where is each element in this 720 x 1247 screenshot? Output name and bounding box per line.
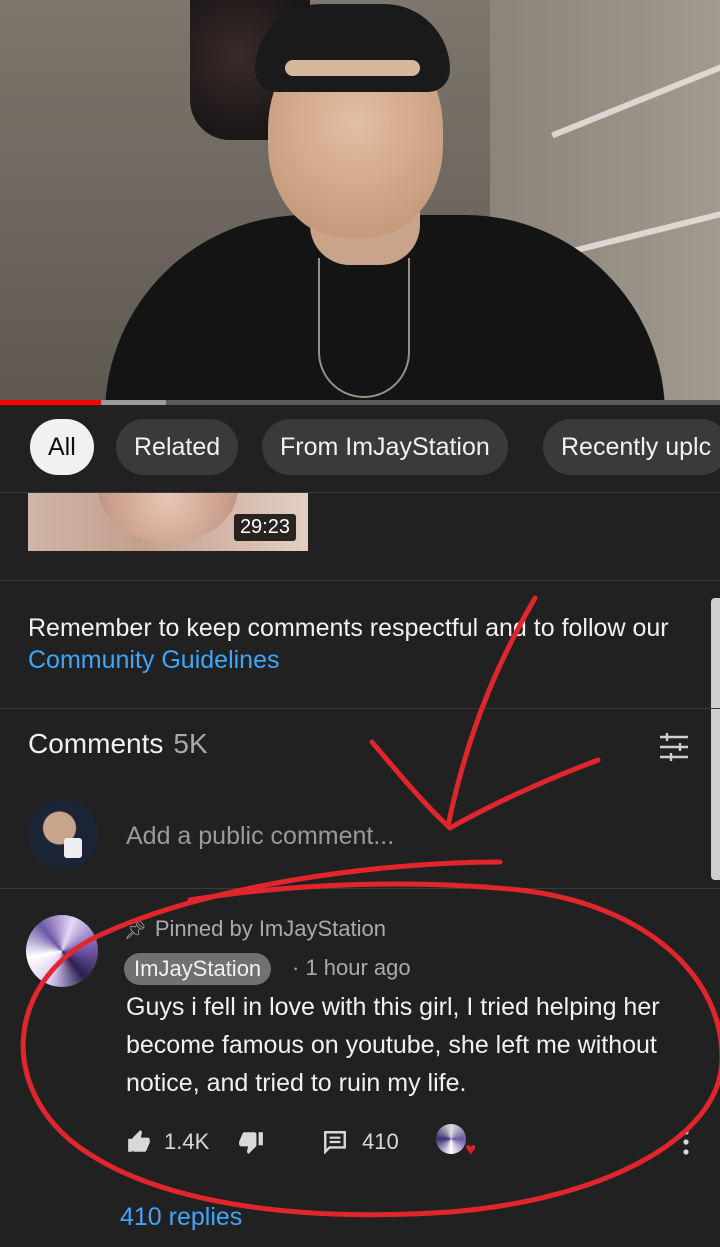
comment-body: Guys i fell in love with this girl, I tr… [126,993,660,1097]
dislike-button[interactable] [238,1122,264,1162]
backwards-cap [255,4,450,92]
comment-timestamp: · 1 hour ago [292,955,411,980]
add-comment-input[interactable]: Add a public comment... [126,822,394,851]
pinned-by-text: Pinned by ImJayStation [154,916,386,941]
comment-guidelines-notice: Remember to keep comments respectful and… [28,612,688,676]
creator-heart-icon: ♥ [465,1139,476,1159]
comment-actions: 1.4K 410 ♥ [126,1122,706,1162]
necklace [318,258,410,398]
video-player[interactable] [0,0,720,402]
reply-button[interactable]: 410 [322,1122,399,1162]
filter-chips: All Related From ImJayStation Recently u… [0,405,720,493]
chip-related[interactable]: Related [116,419,239,475]
reply-count: 410 [362,1129,399,1154]
thumbnail-face [98,493,238,543]
guidelines-text: Remember to keep comments respectful and… [28,614,669,642]
comments-header: Comments 5K [28,728,208,760]
cap-band [285,60,420,76]
creator-heart: ♥ [436,1124,476,1159]
divider [0,708,720,709]
scrollbar[interactable] [711,598,720,880]
chip-recently-uploaded[interactable]: Recently uplc [543,419,720,475]
sort-icon[interactable] [657,730,691,764]
thumbs-down-icon [239,1132,263,1154]
more-vert-icon[interactable] [676,1124,696,1160]
comments-count: 5K [173,728,208,759]
chip-all[interactable]: All [30,419,94,475]
pinned-label: 📌︎ Pinned by ImJayStation [124,916,386,942]
community-guidelines-link[interactable]: Community Guidelines [28,646,280,674]
like-button[interactable]: 1.4K [126,1122,209,1162]
divider [0,580,720,581]
view-replies-link[interactable]: 410 replies [120,1203,242,1232]
video-duration: 29:23 [233,514,296,541]
related-video-thumbnail[interactable]: 29:23 [28,493,308,551]
user-avatar[interactable] [28,800,98,870]
comments-title: Comments [28,728,164,759]
chip-from-channel[interactable]: From ImJayStation [262,419,508,475]
annotation-arrow-head [369,739,601,831]
comment-author[interactable]: ImJayStation [124,953,272,985]
commenter-avatar[interactable] [26,915,98,987]
comment-icon [324,1131,346,1155]
divider [0,888,720,889]
like-count: 1.4K [164,1129,210,1154]
thumbs-up-icon [128,1130,150,1152]
pin-icon: 📌︎ [124,920,147,940]
